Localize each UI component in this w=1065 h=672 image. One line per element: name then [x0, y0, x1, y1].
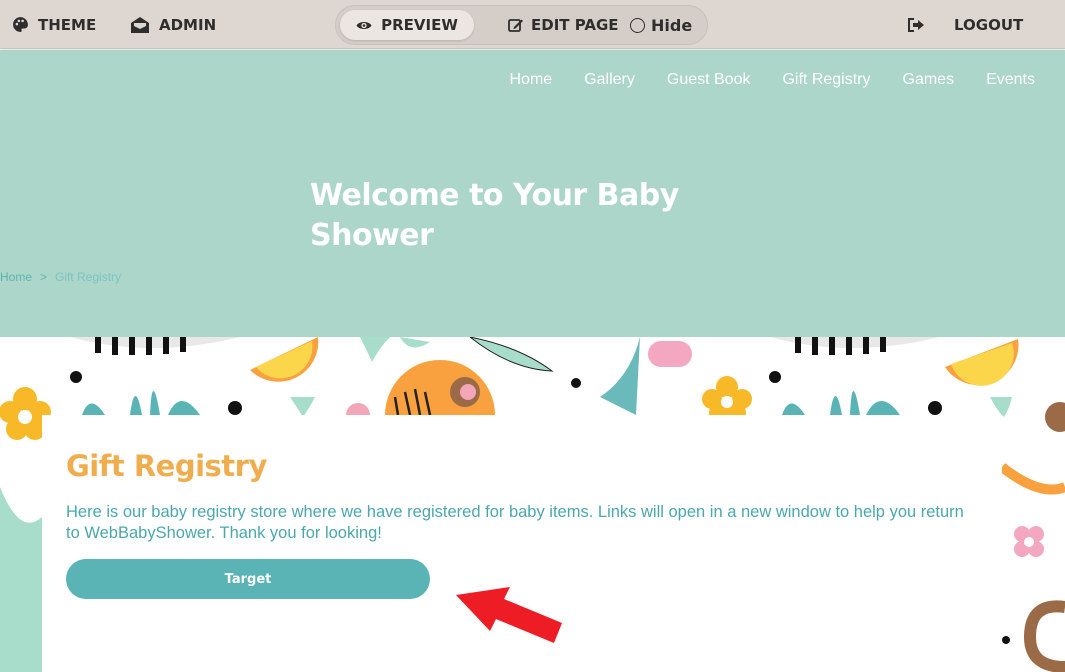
envelope-open-icon — [131, 16, 149, 33]
radio-icon — [630, 17, 645, 33]
hero-title: Welcome to Your Baby Shower — [310, 178, 679, 253]
nav-item-gift-registry[interactable]: Gift Registry — [782, 71, 870, 89]
target-registry-button[interactable]: Target — [66, 559, 430, 599]
breadcrumb: Home > Gift Registry — [0, 270, 121, 284]
nav-item-guest-book[interactable]: Guest Book — [667, 71, 751, 89]
theme-button[interactable]: THEME — [12, 0, 96, 49]
breadcrumb-current: Gift Registry — [55, 270, 122, 284]
nav-item-games[interactable]: Games — [903, 71, 955, 89]
hide-toggle[interactable]: Hide — [630, 6, 692, 44]
hide-label: Hide — [651, 15, 693, 35]
logout-label: LOGOUT — [954, 15, 1024, 34]
breadcrumb-home[interactable]: Home — [0, 270, 32, 284]
logout-icon-button[interactable] — [908, 0, 925, 49]
annotation-arrow-icon — [456, 587, 562, 643]
section-title: Gift Registry — [66, 449, 267, 483]
theme-label: THEME — [38, 15, 97, 34]
main-nav: Home Gallery Guest Book Gift Registry Ga… — [510, 71, 1036, 89]
monkey-tail-icon — [1023, 600, 1065, 672]
eye-icon — [356, 21, 372, 29]
orange-curve-icon — [998, 463, 1065, 495]
edit-page-button[interactable]: EDIT PAGE — [508, 6, 619, 44]
nav-item-gallery[interactable]: Gallery — [584, 71, 635, 89]
registry-description: Here is our baby registry store where we… — [66, 503, 964, 542]
admin-toolbar: THEME ADMIN PREVIEW EDIT PAGE Hide LOGOU… — [0, 0, 1065, 49]
logout-button[interactable]: LOGOUT — [954, 0, 1023, 49]
nav-item-events[interactable]: Events — [986, 71, 1035, 89]
sign-out-icon — [908, 17, 924, 32]
view-mode-switch: PREVIEW EDIT PAGE Hide — [335, 5, 708, 45]
edit-page-label: EDIT PAGE — [531, 16, 619, 34]
admin-label: ADMIN — [159, 15, 217, 34]
hero-banner: Home Gallery Guest Book Gift Registry Ga… — [0, 50, 1065, 337]
admin-button[interactable]: ADMIN — [130, 0, 216, 49]
preview-button[interactable]: PREVIEW — [340, 10, 474, 40]
edit-icon — [508, 18, 523, 32]
nav-item-home[interactable]: Home — [510, 71, 553, 89]
palette-icon — [13, 17, 28, 32]
preview-label: PREVIEW — [381, 16, 458, 34]
breadcrumb-separator: > — [40, 270, 48, 284]
